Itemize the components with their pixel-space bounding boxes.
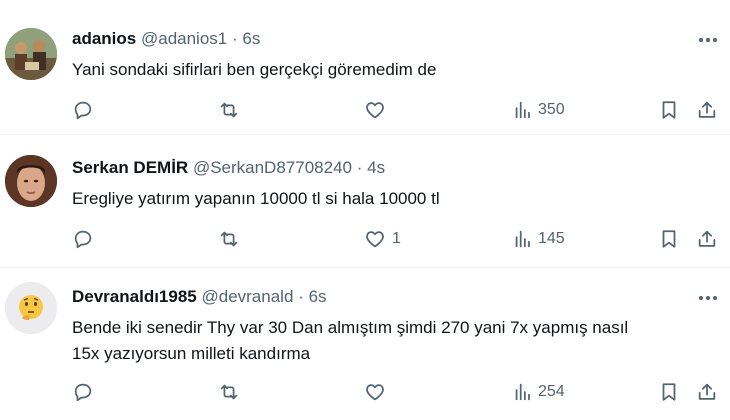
action-bar: 350: [0, 96, 730, 124]
heart-icon: [366, 384, 384, 401]
view-count: 145: [538, 230, 565, 247]
repost-icon: [220, 102, 238, 118]
bookmark-icon: [662, 230, 676, 248]
heart-icon: [366, 231, 384, 248]
user-handle[interactable]: @SerkanD87708240: [193, 158, 352, 177]
post-text: Bende iki senedir Thy var 30 Dan almıştı…: [72, 315, 712, 367]
separator-dot: ·: [231, 29, 238, 48]
post-text: Eregliye yatırım yapanın 10000 tl si hal…: [72, 189, 440, 208]
share-button[interactable]: [696, 378, 718, 406]
bookmark-icon: [662, 383, 676, 401]
view-count: 350: [538, 101, 565, 118]
display-name[interactable]: Serkan DEMİR: [72, 158, 188, 177]
separator-dot: ·: [356, 158, 363, 177]
reply-icon: [74, 101, 92, 120]
share-button[interactable]: [696, 96, 718, 124]
avatar[interactable]: [5, 155, 57, 207]
heart-icon: [366, 102, 384, 119]
post-text-line: Bende iki senedir Thy var 30 Dan almıştı…: [72, 318, 629, 337]
avatar[interactable]: [5, 282, 57, 334]
avatar[interactable]: [5, 28, 57, 80]
view-count: 254: [538, 383, 565, 400]
views-chart-icon: [515, 383, 530, 401]
like-button[interactable]: 1: [364, 225, 401, 253]
views-button[interactable]: 350: [512, 96, 565, 124]
repost-button[interactable]: [218, 225, 240, 253]
thinking-face-icon: [5, 282, 57, 334]
post-header: Devranaldı1985 @devranald · 6s: [72, 287, 327, 307]
share-button[interactable]: [696, 225, 718, 253]
display-name[interactable]: adanios: [72, 29, 136, 48]
bookmark-button[interactable]: [658, 225, 680, 253]
post-devranaldi1985[interactable]: Devranaldı1985 @devranald · 6s Bende iki…: [0, 268, 730, 420]
action-bar: 1 145: [0, 225, 730, 253]
action-bar: 254: [0, 378, 730, 406]
like-button[interactable]: [364, 96, 392, 124]
user-handle[interactable]: @devranald: [201, 287, 293, 306]
display-name[interactable]: Devranaldı1985: [72, 287, 197, 306]
views-chart-icon: [515, 101, 530, 119]
views-button[interactable]: 254: [512, 378, 565, 406]
post-text: Yani sondaki sifirlari ben gerçekçi göre…: [72, 60, 437, 79]
share-icon: [698, 101, 716, 118]
reply-icon: [74, 383, 92, 402]
repost-button[interactable]: [218, 96, 240, 124]
like-count: 1: [392, 230, 401, 247]
share-icon: [698, 230, 716, 247]
bookmark-button[interactable]: [658, 378, 680, 406]
views-chart-icon: [515, 230, 530, 248]
timestamp[interactable]: 6s: [242, 29, 260, 48]
share-icon: [698, 383, 716, 400]
repost-icon: [220, 231, 238, 247]
separator-dot: ·: [298, 287, 304, 306]
user-handle[interactable]: @adanios1: [141, 29, 227, 48]
timestamp[interactable]: 6s: [309, 287, 327, 306]
bookmark-icon: [662, 101, 676, 119]
repost-button[interactable]: [218, 378, 240, 406]
post-header: Serkan DEMİR @SerkanD87708240 · 4s: [72, 158, 385, 178]
bookmark-button[interactable]: [658, 96, 680, 124]
views-button[interactable]: 145: [512, 225, 565, 253]
repost-icon: [220, 384, 238, 400]
like-button[interactable]: [364, 378, 392, 406]
post-serkan-demir[interactable]: Serkan DEMİR @SerkanD87708240 · 4s Eregl…: [0, 135, 730, 268]
post-adanios[interactable]: adanios @adanios1 · 6s Yani sondaki sifi…: [0, 0, 730, 135]
reply-button[interactable]: [72, 96, 94, 124]
reply-button[interactable]: [72, 378, 94, 406]
post-header: adanios @adanios1 · 6s: [72, 29, 260, 49]
more-options-icon[interactable]: [696, 30, 720, 50]
more-options-icon[interactable]: [696, 288, 720, 308]
reply-icon: [74, 230, 92, 249]
reply-button[interactable]: [72, 225, 94, 253]
timestamp[interactable]: 4s: [367, 158, 385, 177]
post-text-line: 15x yazıyorsun milleti kandırma: [72, 344, 311, 363]
